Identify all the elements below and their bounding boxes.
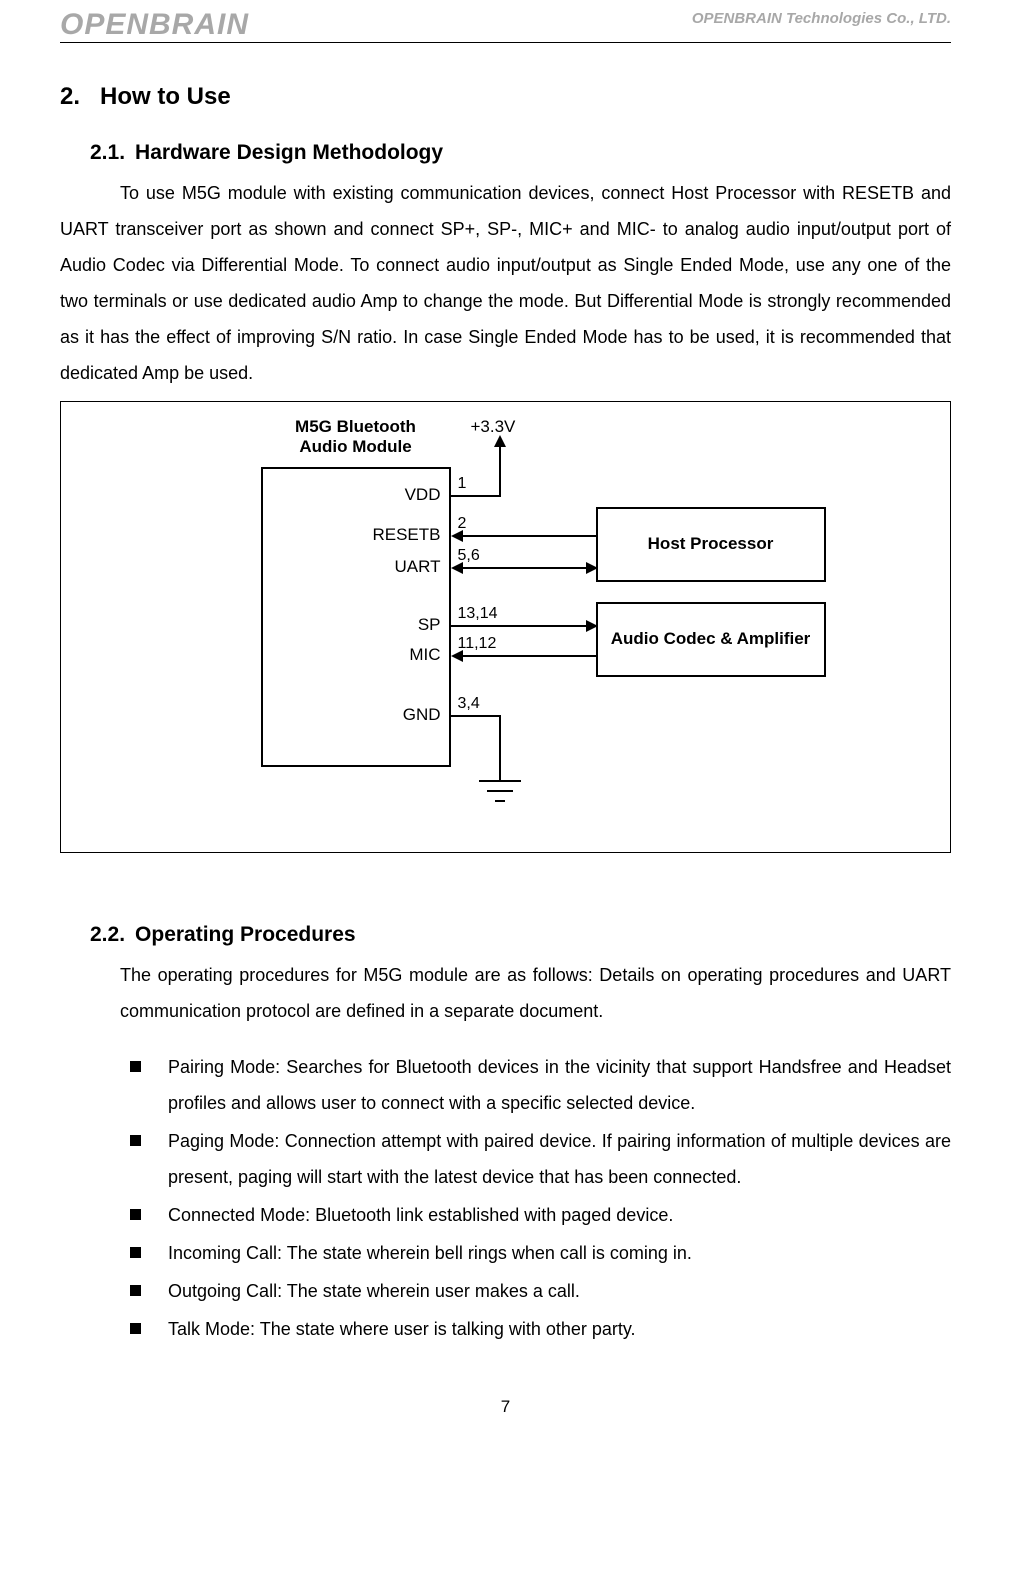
ground-icon: [479, 780, 521, 782]
list-item: Pairing Mode: Searches for Bluetooth dev…: [130, 1049, 951, 1121]
module-title-line1: M5G Bluetooth: [295, 417, 416, 436]
company-name: OPENBRAIN Technologies Co., LTD.: [692, 10, 951, 27]
diagram-frame: M5G Bluetooth Audio Module VDD RESETB UA…: [60, 401, 951, 853]
pin-3-4: 3,4: [458, 695, 480, 713]
pin-1: 1: [458, 475, 467, 493]
arrow-right-icon: [586, 562, 598, 574]
pin-5-6: 5,6: [458, 547, 480, 565]
audio-codec-label: Audio Codec & Amplifier: [611, 628, 811, 650]
subsection-2-1-paragraph: To use M5G module with existing communic…: [60, 175, 951, 391]
label-vdd: VDD: [351, 485, 441, 505]
list-item: Paging Mode: Connection attempt with pai…: [130, 1123, 951, 1195]
pin-13-14: 13,14: [458, 605, 498, 623]
section-heading: 2. How to Use: [60, 83, 951, 111]
module-title: M5G Bluetooth Audio Module: [261, 417, 451, 457]
block-diagram: M5G Bluetooth Audio Module VDD RESETB UA…: [96, 417, 916, 827]
label-resetb: RESETB: [351, 525, 441, 545]
pin-2: 2: [458, 515, 467, 533]
host-processor-box: Host Processor: [596, 507, 826, 582]
list-item: Talk Mode: The state where user is talki…: [130, 1311, 951, 1347]
list-item: Outgoing Call: The state wherein user ma…: [130, 1273, 951, 1309]
arrow-right-icon: [586, 620, 598, 632]
module-title-line2: Audio Module: [299, 437, 411, 456]
list-item: Incoming Call: The state wherein bell ri…: [130, 1235, 951, 1271]
pin-11-12: 11,12: [458, 635, 497, 653]
subsection-2-2-heading: 2.2. Operating Procedures: [90, 923, 951, 947]
label-sp: SP: [351, 615, 441, 635]
page-number: 7: [60, 1397, 951, 1417]
section-number: 2.: [60, 83, 80, 111]
section-title: How to Use: [100, 83, 231, 110]
subsection-title: Hardware Design Methodology: [135, 141, 443, 164]
host-processor-label: Host Processor: [648, 533, 774, 555]
label-mic: MIC: [351, 645, 441, 665]
audio-codec-box: Audio Codec & Amplifier: [596, 602, 826, 677]
arrow-up-icon: [494, 435, 506, 447]
subsection-number: 2.2.: [90, 923, 125, 947]
label-uart: UART: [351, 557, 441, 577]
logo: OPENBRAIN: [60, 10, 249, 40]
label-3v3: +3.3V: [471, 417, 516, 437]
page-header: OPENBRAIN OPENBRAIN Technologies Co., LT…: [60, 10, 951, 43]
list-item: Connected Mode: Bluetooth link establish…: [130, 1197, 951, 1233]
subsection-title: Operating Procedures: [135, 923, 356, 946]
label-gnd: GND: [351, 705, 441, 725]
subsection-2-1-heading: 2.1. Hardware Design Methodology: [90, 141, 951, 165]
subsection-number: 2.1.: [90, 141, 125, 165]
procedures-list: Pairing Mode: Searches for Bluetooth dev…: [130, 1049, 951, 1347]
subsection-2-2-intro: The operating procedures for M5G module …: [120, 957, 951, 1029]
